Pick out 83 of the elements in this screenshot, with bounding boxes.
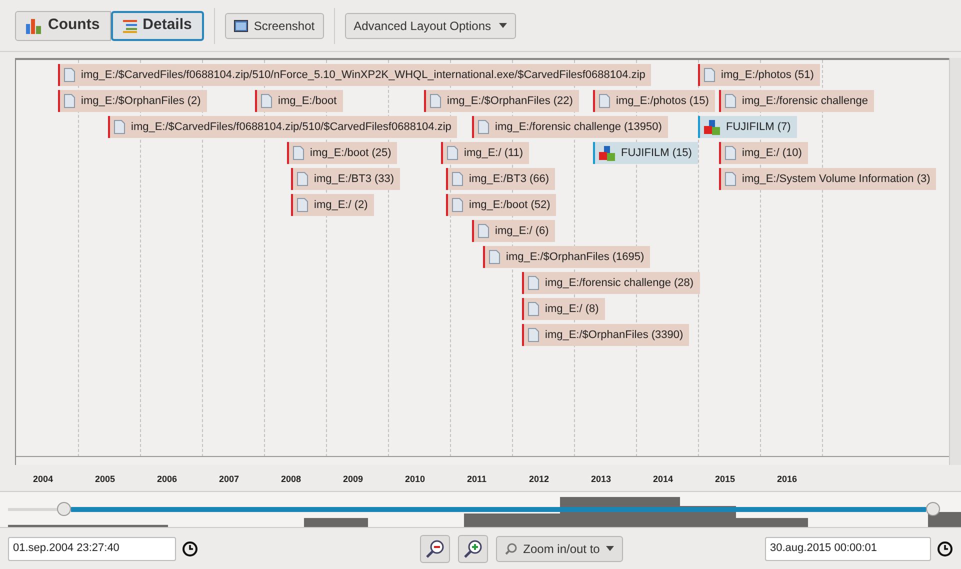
event-label[interactable]: img_E:/BT3 (33) — [291, 168, 400, 190]
slider-thumb[interactable] — [926, 502, 940, 516]
event-label[interactable]: img_E:/photos (15) — [593, 90, 715, 112]
file-icon — [452, 198, 463, 212]
file-icon — [261, 94, 272, 108]
blocks-icon — [599, 146, 615, 160]
event-label[interactable]: img_E:/ (6) — [472, 220, 555, 242]
year-label: 2005 — [95, 473, 116, 486]
file-icon — [114, 120, 125, 134]
slider-thumb[interactable] — [56, 502, 70, 516]
year-label: 2004 — [33, 473, 54, 486]
view-tab[interactable]: Counts — [15, 10, 111, 40]
file-icon — [64, 94, 75, 108]
file-icon — [452, 172, 463, 186]
bar-chart-icon — [26, 18, 42, 34]
year-label: 2007 — [219, 473, 240, 486]
event-label[interactable]: img_E:/forensic challenge — [719, 90, 874, 112]
file-icon — [725, 94, 736, 108]
event-label[interactable]: img_E:/$CarvedFiles/f0688104.zip/510/$CarvedFilesf0688104.zip — [108, 116, 458, 138]
event-label[interactable]: img_E:/$OrphanFiles (2) — [58, 90, 207, 112]
file-icon — [725, 146, 736, 160]
end-time-field[interactable]: 30.aug.2015 00:00:01 — [765, 536, 931, 560]
zoom-range-dropdown[interactable]: Zoom in/out to — [496, 536, 623, 562]
event-label[interactable]: img_E:/BT3 (66) — [446, 168, 556, 190]
layout-options-dropdown[interactable]: Advanced Layout Options — [344, 12, 516, 38]
clock-icon[interactable] — [937, 540, 953, 556]
caret-icon — [499, 23, 508, 28]
event-label[interactable]: img_E:/boot — [255, 90, 343, 112]
search-icon — [505, 542, 518, 554]
zoom-in-button[interactable] — [458, 534, 488, 562]
event-label[interactable]: img_E:/forensic challenge (28) — [522, 272, 700, 294]
year-label: 2016 — [777, 473, 798, 486]
year-label: 2006 — [157, 473, 178, 486]
file-icon — [478, 120, 489, 134]
event-label[interactable]: img_E:/photos (51) — [698, 64, 820, 86]
file-icon — [478, 224, 489, 238]
file-icon — [447, 146, 458, 160]
event-label[interactable]: img_E:/ (11) — [441, 142, 530, 164]
event-label[interactable]: img_E:/$OrphanFiles (3390) — [522, 324, 690, 346]
file-icon — [528, 276, 539, 290]
clock-icon[interactable] — [182, 540, 198, 556]
view-tab[interactable]: Details — [110, 10, 204, 40]
zoom-out-icon — [425, 538, 446, 558]
scrollbar[interactable] — [949, 58, 961, 465]
year-label: 2009 — [343, 473, 364, 486]
event-label[interactable]: img_E:/$OrphanFiles (22) — [424, 90, 579, 112]
event-label[interactable]: img_E:/$CarvedFiles/f0688104.zip/510/nForce_5.10_WinXP2K_WHQL_international.exe/$CarvedFilesf0688104.zip — [58, 64, 652, 86]
file-icon — [704, 68, 715, 82]
blocks-icon — [704, 120, 720, 134]
file-icon — [599, 94, 610, 108]
screenshot-button[interactable]: Screenshot — [224, 12, 324, 38]
year-label: 2008 — [281, 473, 302, 486]
start-time-field[interactable]: 01.sep.2004 23:27:40 — [8, 536, 176, 560]
file-icon — [528, 302, 539, 316]
event-label[interactable]: img_E:/boot (25) — [287, 142, 398, 164]
list-icon — [122, 18, 137, 32]
event-label[interactable]: FUJIFILM (15) — [593, 142, 698, 164]
year-label: 2012 — [529, 473, 550, 486]
year-label: 2015 — [715, 473, 736, 486]
event-label[interactable]: img_E:/$OrphanFiles (1695) — [483, 246, 650, 268]
year-label: 2013 — [591, 473, 612, 486]
event-label[interactable]: img_E:/boot (52) — [446, 194, 556, 216]
year-label: 2011 — [467, 473, 487, 486]
year-label: 2010 — [405, 473, 426, 486]
caret-icon — [606, 546, 614, 551]
event-label[interactable]: img_E:/ (8) — [522, 298, 605, 320]
year-label: 2014 — [653, 473, 674, 486]
window-icon — [234, 20, 248, 32]
file-icon — [725, 172, 736, 186]
file-icon — [528, 328, 539, 342]
zoom-out-button[interactable] — [420, 534, 450, 562]
event-label[interactable]: img_E:/ (10) — [719, 142, 808, 164]
file-icon — [297, 172, 308, 186]
event-label[interactable]: FUJIFILM (7) — [698, 116, 797, 138]
file-icon — [293, 146, 304, 160]
file-icon — [64, 68, 75, 82]
file-icon — [430, 94, 441, 108]
event-label[interactable]: img_E:/forensic challenge (13950) — [472, 116, 668, 138]
file-icon — [297, 198, 308, 212]
event-label[interactable]: img_E:/System Volume Information (3) — [719, 168, 936, 190]
zoom-in-icon — [463, 538, 484, 558]
file-icon — [489, 250, 500, 264]
event-label[interactable]: img_E:/ (2) — [291, 194, 374, 216]
